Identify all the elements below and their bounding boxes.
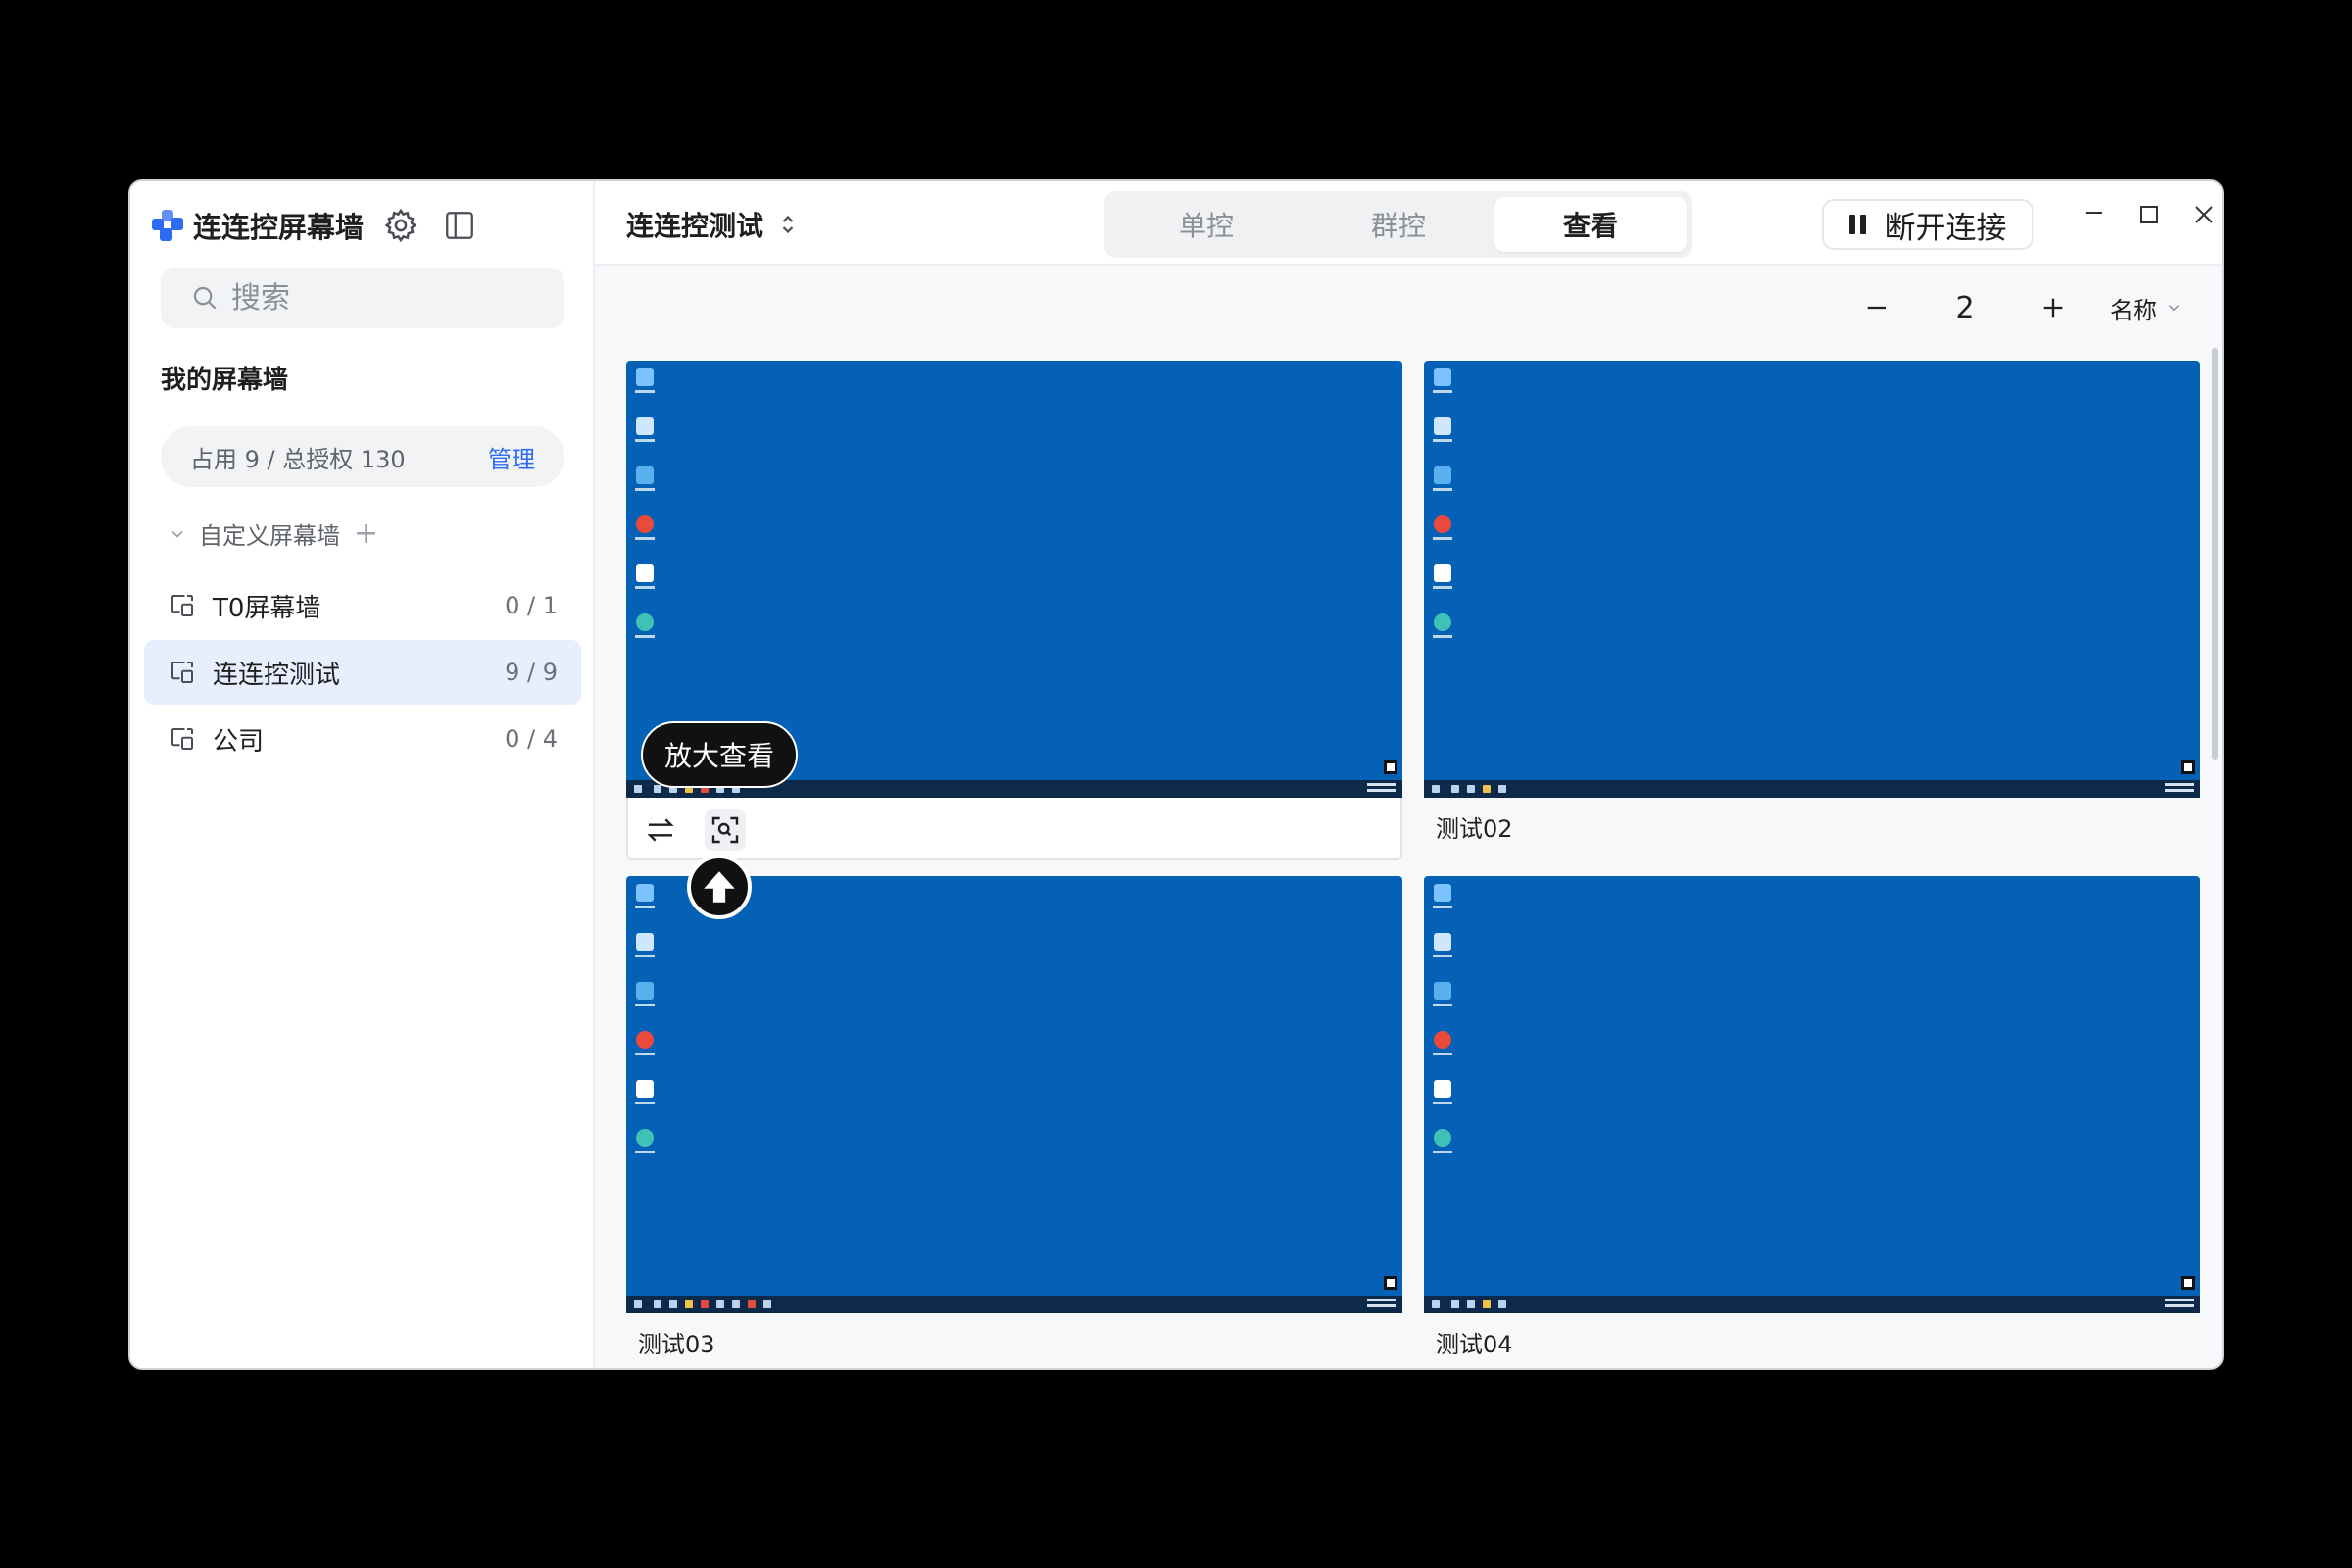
app-title: 连连控屏幕墙	[193, 211, 365, 244]
sort-label: 名称	[2110, 296, 2157, 324]
wall-item-label: 公司	[213, 726, 265, 757]
remote-screen-preview[interactable]	[626, 876, 1402, 1313]
app-window: 连连控屏幕墙 我的屏幕墙 占用 9 / 总授权 130	[128, 179, 2224, 1370]
tab-group-control[interactable]: 群控	[1302, 197, 1494, 252]
chevron-down-icon	[172, 530, 183, 538]
vertical-scrollbar[interactable]	[2212, 348, 2218, 760]
wall-item-count: 0 / 1	[505, 592, 558, 619]
tile-name: 测试03	[638, 1331, 715, 1358]
wall-item-label: T0屏幕墙	[213, 593, 321, 623]
current-wall-name: 连连控测试	[626, 210, 764, 242]
tile-actions	[640, 809, 746, 851]
zoom-in-icon	[711, 816, 739, 844]
tab-view[interactable]: 查看	[1494, 197, 1687, 252]
wall-item-label: 连连控测试	[213, 660, 341, 690]
brand-header: 连连控屏幕墙	[152, 203, 477, 248]
screen-wall-icon	[172, 595, 193, 616]
screen-tile[interactable]: 测试03	[626, 876, 1402, 1358]
settings-gear-icon[interactable]	[381, 206, 420, 245]
wall-item-test[interactable]: 连连控测试 9 / 9	[144, 640, 581, 705]
minimize-icon[interactable]	[2075, 195, 2114, 234]
app-logo-icon	[152, 210, 183, 241]
tile-name: 测试02	[1436, 815, 1513, 843]
main-area: 连连控测试 单控 群控 查看 断开连接 2 名称 测试02 测试03 测试04	[595, 181, 2222, 1368]
quota-text: 占用 9 / 总授权 130	[190, 445, 406, 473]
screen-wall-icon	[172, 662, 193, 683]
wall-item-count: 0 / 4	[505, 725, 558, 753]
remote-screen-preview[interactable]	[1424, 876, 2200, 1313]
remote-screen-preview[interactable]	[1424, 361, 2200, 798]
increase-columns-button[interactable]	[2032, 286, 2075, 329]
tile-name: 测试04	[1436, 1331, 1513, 1358]
screen-tile[interactable]: 测试04	[1424, 876, 2200, 1358]
wall-selector[interactable]: 连连控测试	[626, 205, 797, 244]
search-box[interactable]	[161, 268, 564, 328]
toggle-sidebar-icon[interactable]	[442, 208, 477, 243]
zoom-view-button[interactable]	[705, 809, 746, 851]
pause-icon	[1848, 215, 1866, 234]
custom-walls-label: 自定义屏幕墙	[199, 522, 340, 550]
wall-item-company[interactable]: 公司 0 / 4	[144, 707, 581, 771]
chevron-up-down-icon	[782, 215, 794, 234]
top-bar: 连连控测试 单控 群控 查看 断开连接	[595, 181, 2222, 266]
sort-dropdown[interactable]: 名称	[2110, 291, 2182, 325]
mode-tabs: 单控 群控 查看	[1104, 191, 1692, 258]
swap-arrows-icon	[647, 818, 674, 842]
screen-wall-icon	[172, 728, 193, 750]
tab-single-control[interactable]: 单控	[1110, 197, 1302, 252]
close-icon[interactable]	[2184, 195, 2222, 234]
zoom-tooltip: 放大查看	[641, 721, 798, 788]
custom-walls-group[interactable]: 自定义屏幕墙 +	[168, 516, 378, 551]
disconnect-label: 断开连接	[1885, 210, 2007, 246]
wall-item-t0[interactable]: T0屏幕墙 0 / 1	[144, 573, 581, 638]
my-walls-title: 我的屏幕墙	[161, 366, 289, 395]
swap-screen-button[interactable]	[640, 809, 681, 851]
pointer-arrow-up-icon	[687, 855, 752, 919]
sidebar: 连连控屏幕墙 我的屏幕墙 占用 9 / 总授权 130	[130, 181, 595, 1368]
decrease-columns-button[interactable]	[1855, 286, 1898, 329]
grid-toolbar: 2 名称	[1855, 283, 2182, 332]
column-count: 2	[1955, 290, 1975, 325]
search-icon	[193, 286, 217, 310]
manage-link[interactable]: 管理	[488, 440, 535, 474]
screen-tile[interactable]: 测试02	[1424, 361, 2200, 843]
maximize-icon[interactable]	[2130, 195, 2169, 234]
search-input[interactable]	[231, 280, 525, 316]
wall-item-count: 9 / 9	[505, 659, 558, 686]
add-wall-icon[interactable]: +	[354, 516, 378, 551]
chevron-down-icon	[2168, 305, 2180, 312]
quota-bar: 占用 9 / 总授权 130 管理	[161, 426, 564, 487]
disconnect-button[interactable]: 断开连接	[1822, 199, 2034, 250]
